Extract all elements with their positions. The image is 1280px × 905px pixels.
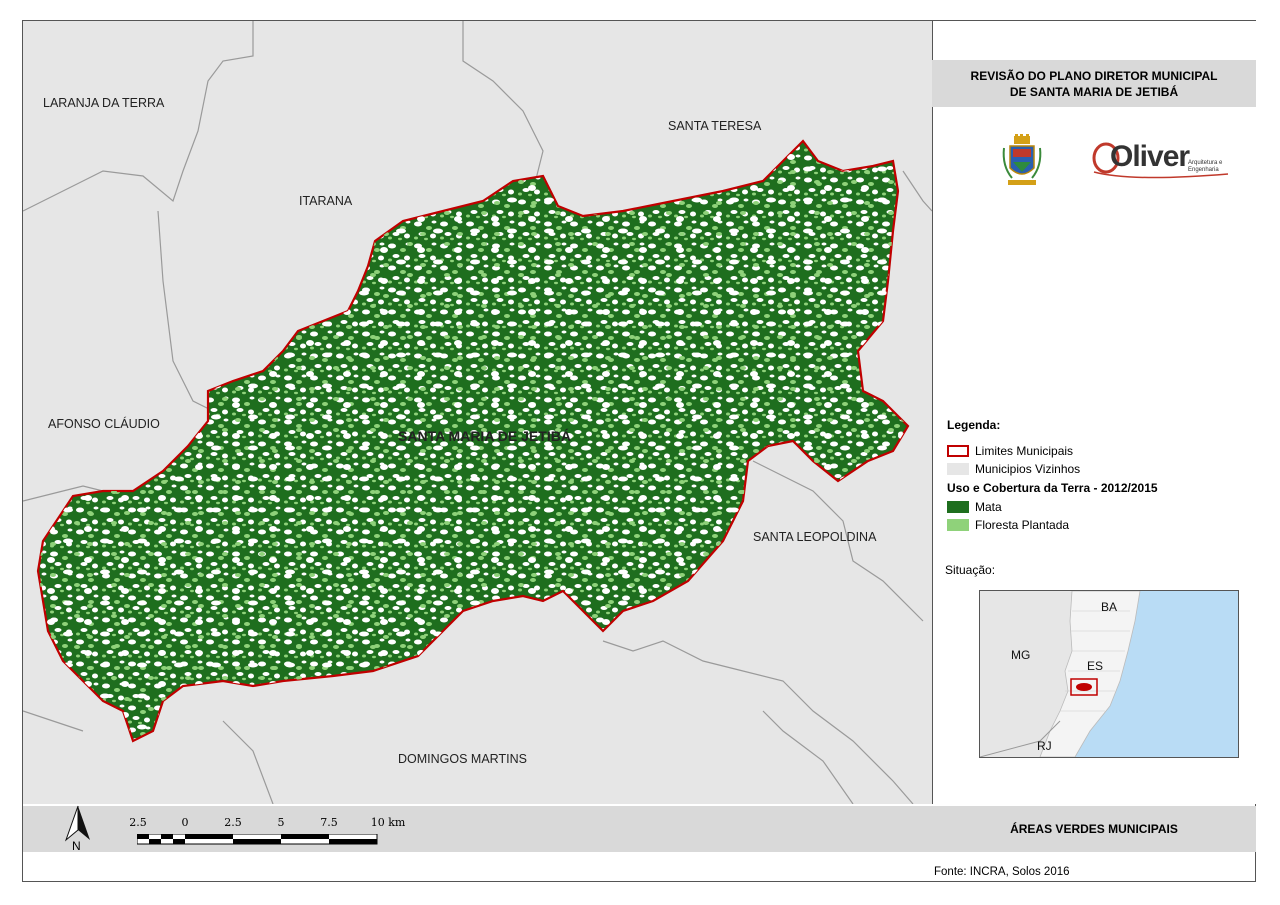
label-santa-maria-de-jetiba: SANTA MARIA DE JETIBÁ: [398, 428, 571, 444]
legend-label: Limites Municipais: [975, 444, 1074, 458]
legend: Legenda: Limites Municipais Municipios V…: [947, 418, 1158, 534]
scale-tick: 2.5: [224, 816, 242, 829]
label-afonso-claudio: AFONSO CLÁUDIO: [48, 417, 160, 431]
label-laranja-da-terra: LARANJA DA TERRA: [43, 96, 165, 110]
oliver-wordmark: Oliver: [1110, 140, 1190, 173]
title-line-2: DE SANTA MARIA DE JETIBÁ: [1009, 84, 1179, 99]
legend-label: Floresta Plantada: [975, 518, 1070, 532]
oliver-tagline-1: Arquitetura e: [1188, 160, 1223, 166]
legend-item-vizinhos: Municipios Vizinhos: [947, 460, 1158, 478]
scale-tick: 10 km: [370, 816, 406, 829]
label-domingos-martins: DOMINGOS MARTINS: [398, 752, 527, 766]
legend-label: Municipios Vizinhos: [975, 462, 1081, 476]
inset-label-es: ES: [1087, 659, 1104, 673]
inset-svg: [980, 591, 1238, 757]
legend-label: Mata: [975, 500, 1002, 514]
north-label: N: [72, 839, 81, 853]
mata-swatch: [947, 501, 969, 513]
inset-label-ba: BA: [1101, 600, 1118, 614]
scale-bar: [137, 834, 378, 845]
legend-item-limites: Limites Municipais: [947, 442, 1158, 460]
boundary-swatch: [947, 445, 969, 457]
map-canvas[interactable]: LARANJA DA TERRA SANTA TERESA ITARANA AF…: [23, 21, 932, 804]
neighbor-swatch: [947, 463, 969, 475]
legend-item-floresta-plantada: Floresta Plantada: [947, 516, 1158, 534]
scale-tick: 0: [181, 816, 189, 829]
legend-heading: Legenda:: [947, 418, 1001, 432]
legend-section-title: Uso e Cobertura da Terra - 2012/2015: [947, 481, 1158, 495]
situacao-heading: Situação:: [945, 563, 996, 577]
location-inset-map[interactable]: BA MG ES RJ: [979, 590, 1239, 758]
label-itarana: ITARANA: [299, 194, 353, 208]
label-santa-teresa: SANTA TERESA: [668, 119, 762, 133]
title-line-1: REVISÃO DO PLANO DIRETOR MUNICIPAL: [970, 68, 1218, 83]
logos: Oliver Arquitetura e Engenharia: [932, 130, 1256, 190]
label-santa-leopoldina: SANTA LEOPOLDINA: [753, 530, 877, 544]
scale-tick: 7.5: [320, 816, 338, 829]
floresta-swatch: [947, 519, 969, 531]
coat-of-arms-icon: [1002, 134, 1042, 185]
source-credit: Fonte: INCRA, Solos 2016: [934, 866, 1070, 878]
scale-tick: 5: [277, 816, 285, 829]
inset-label-rj: RJ: [1037, 739, 1052, 753]
map-theme-title: ÁREAS VERDES MUNICIPAIS: [1010, 822, 1178, 836]
location-marker: [1076, 683, 1092, 691]
legend-item-mata: Mata: [947, 498, 1158, 516]
inset-label-mg: MG: [1011, 648, 1031, 662]
scale-tick: 2.5: [129, 816, 147, 829]
map-svg: [23, 21, 932, 804]
oliver-tagline-2: Engenharia: [1188, 167, 1219, 173]
map-title: REVISÃO DO PLANO DIRETOR MUNICIPAL DE SA…: [932, 60, 1256, 107]
